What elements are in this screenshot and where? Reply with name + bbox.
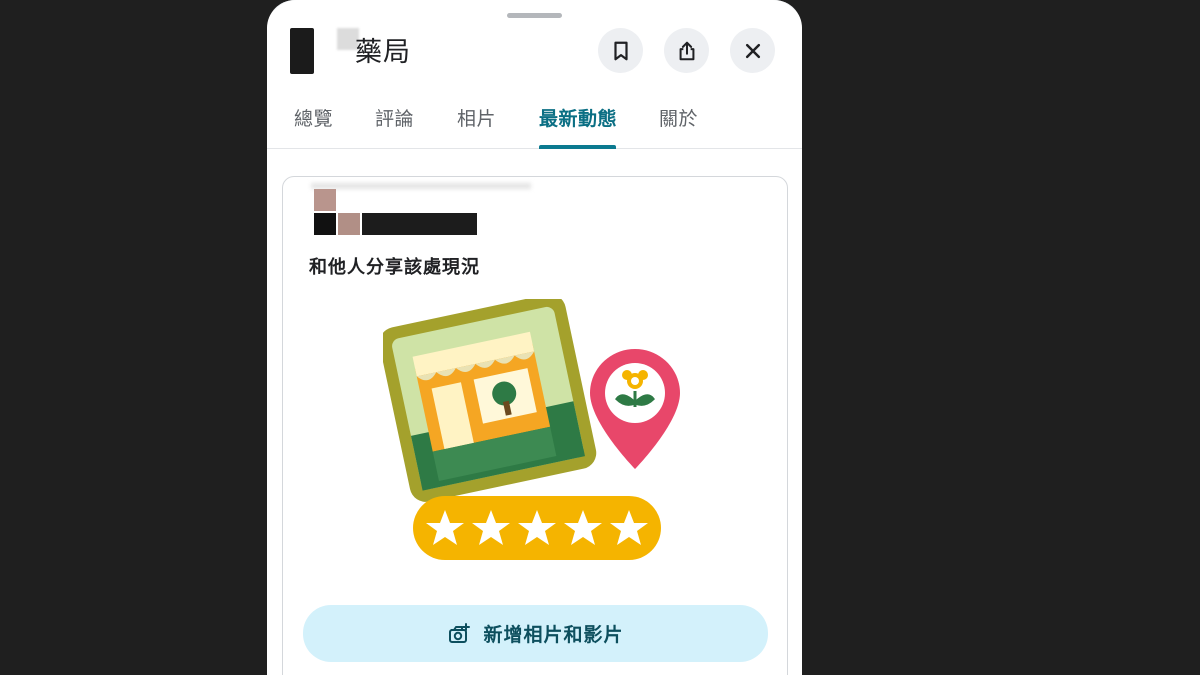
save-button[interactable]	[598, 28, 643, 73]
redacted-name	[290, 28, 314, 74]
tab-reviews[interactable]: 評論	[375, 104, 414, 131]
storefront-with-rating-illustration	[383, 299, 680, 560]
tab-updates[interactable]: 最新動態	[539, 104, 617, 131]
redacted-avatar-part	[314, 213, 336, 235]
close-icon	[745, 43, 760, 58]
bookmark-icon	[613, 41, 628, 60]
close-button[interactable]	[730, 28, 775, 73]
add-photo-camera-icon	[449, 622, 471, 643]
redacted-avatar-part	[314, 189, 336, 211]
share-update-card: 和他人分享該處現況 新增相片和影片	[282, 176, 788, 675]
add-photos-videos-button[interactable]: 新增相片和影片	[303, 605, 768, 662]
phone-screen: 藥局 總覽 評論 相片 最新動態 關於 和他人分享該處現況 新增相片和影片	[267, 0, 802, 675]
redacted-text-blur	[311, 183, 531, 189]
tab-photos[interactable]: 相片	[457, 104, 496, 131]
redacted-user-name	[362, 213, 477, 235]
place-title: 藥局	[355, 37, 411, 68]
tab-bar: 總覽 評論 相片 最新動態 關於	[267, 92, 802, 149]
add-photos-videos-label: 新增相片和影片	[483, 624, 624, 646]
title-row: 藥局	[267, 26, 802, 76]
drag-handle[interactable]	[507, 13, 562, 18]
share-icon	[679, 41, 694, 60]
card-heading: 和他人分享該處現況	[309, 257, 480, 278]
redacted-avatar-part	[338, 213, 360, 235]
tab-overview[interactable]: 總覽	[294, 104, 333, 131]
active-tab-indicator	[539, 145, 616, 149]
tab-about[interactable]: 關於	[659, 104, 698, 131]
place-bottom-sheet: 藥局 總覽 評論 相片 最新動態 關於 和他人分享該處現況 新增相片和影片	[267, 0, 802, 675]
share-button[interactable]	[664, 28, 709, 73]
